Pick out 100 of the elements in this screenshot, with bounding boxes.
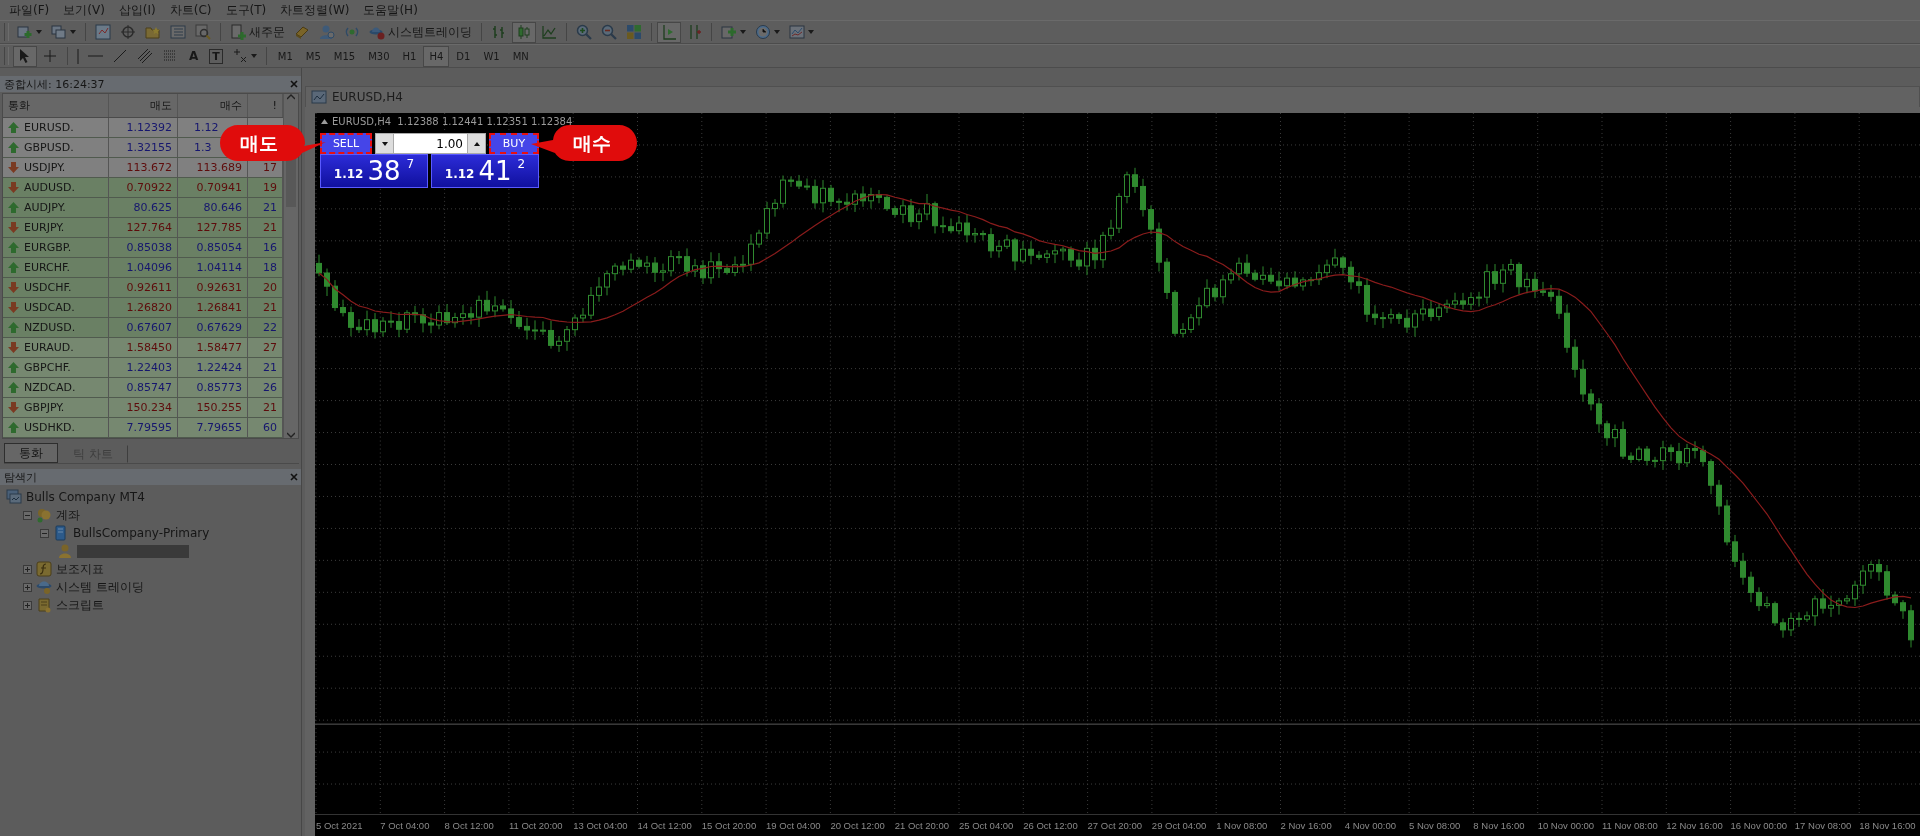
ask-cell: 127.785 [178, 218, 248, 237]
ask-cell: 150.255 [178, 398, 248, 417]
sell-price-button[interactable]: 1.12 38 7 [320, 154, 428, 188]
symbol-text: EURAUD. [24, 341, 74, 354]
chart-window-tab[interactable]: EURUSD,H4 [305, 86, 1920, 107]
chart-info: EURUSD,H4 1.12388 1.12441 1.12351 1.12384 [332, 116, 573, 127]
tree-item[interactable]: 보조지표 [56, 560, 104, 578]
bid-cell: 1.04096 [109, 258, 178, 277]
timeframe-button[interactable]: M30 [362, 45, 396, 67]
bid-cell: 127.764 [109, 218, 178, 237]
quote-row[interactable]: EURJPY. 127.764 127.785 21 [3, 218, 283, 238]
column-header[interactable]: 통화 [3, 94, 109, 117]
quote-row[interactable]: EURAUD. 1.58450 1.58477 27 [3, 338, 283, 358]
menu-item[interactable]: 도구(T) [218, 1, 274, 19]
bid-cell: 150.234 [109, 398, 178, 417]
tree-item[interactable]: 시스템 트레이딩 [56, 578, 144, 596]
bid-cell: 0.70922 [109, 178, 178, 197]
sell-button[interactable]: SELL [320, 133, 372, 154]
ask-cell: 0.85773 [178, 378, 248, 397]
quote-row[interactable]: USDCAD. 1.26820 1.26841 21 [3, 298, 283, 318]
quote-row[interactable]: EURGBP. 0.85038 0.85054 16 [3, 238, 283, 258]
tree-item[interactable]: BullsCompany-Primary [73, 526, 210, 540]
ask-cell: 0.70941 [178, 178, 248, 197]
axis-label: 15 Oct 20:00 [700, 820, 758, 831]
symbol-text: NZDCAD. [24, 381, 76, 394]
bid-cell: 1.26820 [109, 298, 178, 317]
bid-cell: 1.22403 [109, 358, 178, 377]
tree-item[interactable]: 계좌 [56, 506, 80, 524]
axis-label: 29 Oct 04:00 [1150, 820, 1208, 831]
ask-cell: 80.646 [178, 198, 248, 217]
axis-label: 13 Oct 04:00 [572, 820, 629, 831]
new-order-button[interactable]: 새주문 [226, 21, 289, 43]
quote-row[interactable]: NZDUSD. 0.67607 0.67629 22 [3, 318, 283, 338]
axis-label: 26 Oct 12:00 [1022, 820, 1079, 831]
callout-text: 매수 [573, 131, 611, 156]
bid-cell: 0.85038 [109, 238, 178, 257]
bid-cell: 0.67607 [109, 318, 178, 337]
menu-item[interactable]: 보기(V) [56, 1, 112, 19]
symbol-text: GBPUSD. [24, 141, 74, 154]
quote-row[interactable]: AUDJPY. 80.625 80.646 21 [3, 198, 283, 218]
ask-cell: 1.22424 [178, 358, 248, 377]
window-title: EURUSD,H4 [332, 90, 403, 104]
axis-label: 8 Oct 12:00 [443, 820, 495, 831]
label-tool[interactable]: T [209, 48, 223, 64]
ask-cell: 0.85054 [178, 238, 248, 257]
timeframe-button[interactable]: MN [506, 45, 535, 67]
ask-cell: 1.58477 [178, 338, 248, 357]
ask-cell: 1.26841 [178, 298, 248, 317]
quote-row[interactable]: NZDCAD. 0.85747 0.85773 26 [3, 378, 283, 398]
bid-cell: 113.672 [109, 158, 178, 177]
tree-item[interactable]: 스크립트 [56, 596, 104, 614]
quote-row[interactable]: GBPJPY. 150.234 150.255 21 [3, 398, 283, 418]
system-trading-button[interactable]: 시스템트레이딩 [365, 21, 476, 43]
quote-row[interactable]: USDCHF. 0.92611 0.92631 20 [3, 278, 283, 298]
timeframe-button[interactable]: H1 [396, 45, 423, 67]
menu-item[interactable]: 삽입(I) [111, 1, 163, 19]
timeframe-button[interactable]: M15 [327, 45, 362, 67]
quote-row[interactable]: GBPCHF. 1.22403 1.22424 21 [3, 358, 283, 378]
axis-label: 4 Nov 00:00 [1343, 820, 1397, 831]
symbol-text: NZDUSD. [24, 321, 76, 334]
quote-row[interactable]: USDHKD. 7.79595 7.79655 60 [3, 418, 283, 438]
axis-label: 17 Nov 08:00 [1793, 820, 1853, 831]
quote-row[interactable]: USDJPY. 113.672 113.689 17 [3, 158, 283, 178]
axis-label: 1 Nov 08:00 [1215, 820, 1269, 831]
symbol-text: USDHKD. [24, 421, 75, 434]
buy-button[interactable]: BUY [489, 133, 539, 154]
axis-label: 14 Oct 12:00 [636, 820, 693, 831]
axis-label: 25 Oct 04:00 [957, 820, 1015, 831]
menu-item[interactable]: 파일(F) [2, 1, 57, 19]
symbol-text: EURCHF. [24, 261, 71, 274]
axis-label: 2 Nov 16:00 [1279, 820, 1333, 831]
axis-label: 16 Nov 00:00 [1729, 820, 1789, 831]
timeframe-button[interactable]: D1 [450, 45, 477, 67]
quote-row[interactable]: AUDUSD. 0.70922 0.70941 19 [3, 178, 283, 198]
buy-price-button[interactable]: 1.12 41 2 [431, 154, 539, 188]
panel-tab[interactable]: 통화 [4, 443, 58, 463]
symbol-text: EURJPY. [24, 221, 65, 234]
timeframe-button[interactable]: W1 [477, 45, 506, 67]
axis-label: 27 Oct 20:00 [1086, 820, 1143, 831]
column-header[interactable]: 매도 [109, 94, 178, 117]
bid-cell: 7.79595 [109, 418, 178, 437]
timeframe-button[interactable]: H4 [423, 45, 450, 67]
timeframe-button[interactable]: M1 [271, 45, 299, 67]
axis-label: 20 Oct 12:00 [829, 820, 886, 831]
tree-item[interactable]: Bulls Company MT4 [26, 490, 145, 504]
bid-cell: 1.58450 [109, 338, 178, 357]
axis-label: 18 Nov 16:00 [1858, 820, 1917, 831]
column-header[interactable]: 매수 [178, 94, 248, 117]
lot-field[interactable]: 1.00 [394, 133, 467, 154]
symbol-text: EURGBP. [24, 241, 72, 254]
timeframe-button[interactable]: M5 [299, 45, 327, 67]
menu-item[interactable]: 도움말(H) [356, 1, 425, 19]
quote-row[interactable]: EURCHF. 1.04096 1.04114 18 [3, 258, 283, 278]
bid-cell: 1.12392 [109, 118, 178, 137]
bid-cell: 80.625 [109, 198, 178, 217]
menu-item[interactable]: 차트(C) [162, 1, 219, 19]
menu-item[interactable]: 차트정렬(W) [273, 1, 357, 19]
axis-label: 5 Oct 2021 [315, 820, 364, 831]
symbol-text: GBPJPY. [24, 401, 65, 414]
text-tool[interactable]: A [183, 45, 205, 67]
